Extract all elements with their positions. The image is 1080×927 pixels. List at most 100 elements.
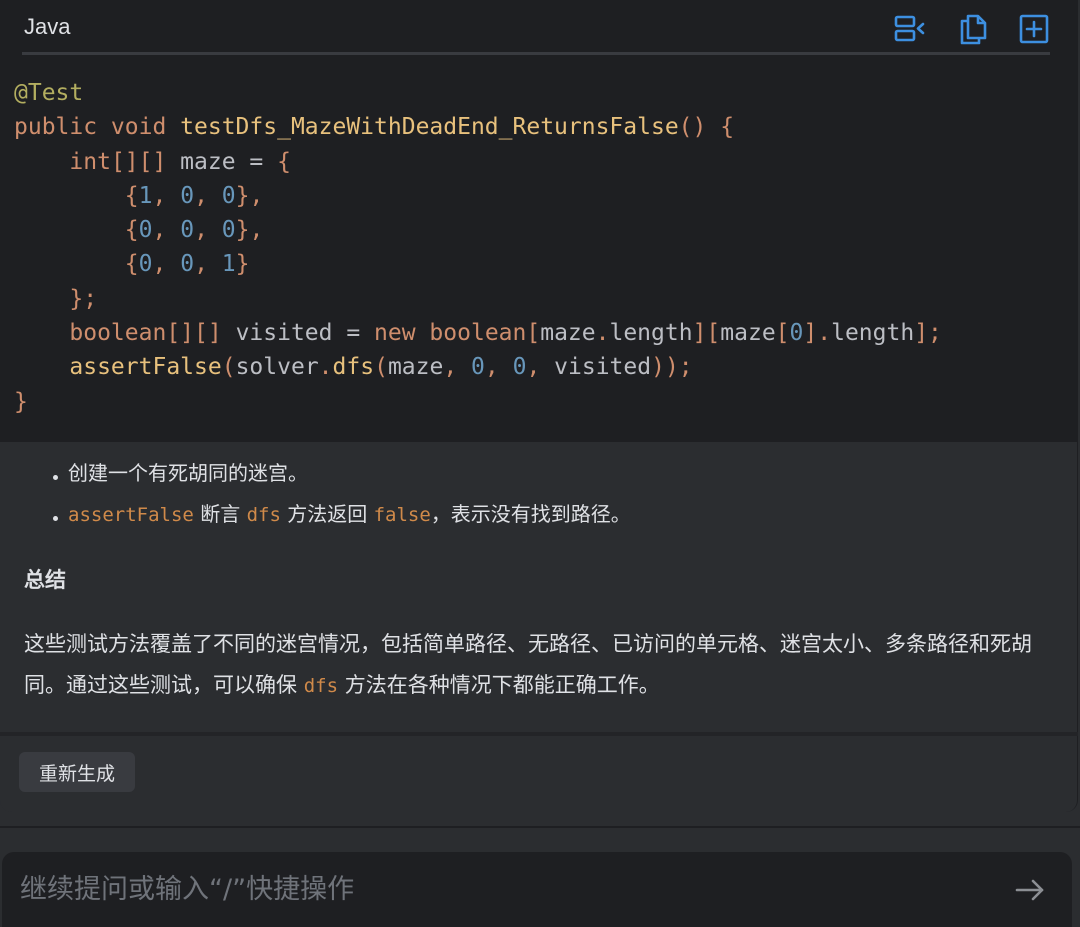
- inline-code: dfs: [246, 504, 281, 526]
- code-block-header: Java: [0, 0, 1078, 60]
- code-token: assertFalse: [69, 354, 222, 381]
- code-token: 0: [180, 217, 195, 244]
- code-token: ,: [484, 354, 513, 381]
- chat-input-box: [2, 852, 1072, 927]
- code-token: 1: [138, 182, 153, 209]
- text-span: 方法返回: [280, 502, 374, 526]
- code-line: };: [14, 282, 1078, 316]
- code-token: [][]: [166, 320, 222, 347]
- bullet-item: assertFalse 断言 dfs 方法返回 false，表示没有找到路径。: [48, 497, 631, 538]
- code-token: maze: [387, 354, 444, 381]
- code-token: () {: [678, 114, 735, 141]
- header-divider: [22, 52, 1050, 55]
- bullet-item: 创建一个有死胡同的迷宫。: [48, 456, 631, 497]
- code-token: }: [14, 388, 28, 415]
- code-token: 0: [180, 182, 195, 209]
- code-token: .: [318, 354, 333, 381]
- code-token: ,: [526, 354, 555, 381]
- inline-code: assertFalse: [68, 504, 194, 526]
- actions-divider: [0, 732, 1078, 736]
- code-token: ,: [194, 251, 222, 278]
- chat-response-panel: Java @Test public void testDfs_MazeWithD…: [0, 0, 1078, 812]
- code-token: 0: [221, 182, 236, 209]
- code-token: {: [124, 217, 139, 244]
- code-token: 0: [512, 354, 527, 381]
- code-token: 0: [138, 251, 153, 278]
- summary-title: 总结: [24, 568, 66, 592]
- code-token: solver: [235, 354, 319, 381]
- code-token: (: [374, 354, 388, 381]
- text-span: ，表示没有找到路径。: [430, 502, 631, 526]
- new-file-icon[interactable]: [1015, 10, 1053, 48]
- code-line: {0, 0, 1}: [14, 247, 1078, 281]
- code-token: {: [124, 182, 139, 209]
- code-token: .: [595, 320, 610, 347]
- code-token: 0: [221, 217, 236, 244]
- code-token: 0: [789, 320, 804, 347]
- code-token: length: [609, 320, 693, 347]
- regenerate-button[interactable]: 重新生成: [19, 752, 135, 792]
- code-line: }: [14, 385, 1078, 419]
- insert-at-cursor-icon[interactable]: [890, 10, 928, 48]
- code-line: {0, 0, 0},: [14, 213, 1078, 247]
- code-token: maze =: [166, 148, 278, 175]
- summary-paragraph: 这些测试方法覆盖了不同的迷宫情况，包括简单路径、无路径、已访问的单元格、迷宫太小…: [24, 624, 1064, 707]
- code-token: @Test: [14, 80, 84, 106]
- code-line: @Test: [14, 76, 1078, 110]
- chat-input[interactable]: [20, 866, 980, 912]
- bullet-list: 创建一个有死胡同的迷宫。 assertFalse 断言 dfs 方法返回 fals…: [48, 456, 631, 538]
- code-line: assertFalse(solver.dfs(maze, 0, 0, visit…: [14, 350, 1078, 384]
- code-language-label: Java: [24, 14, 71, 39]
- code-token: },: [235, 217, 264, 244]
- code-token: ,: [443, 354, 472, 381]
- code-token: 1: [221, 251, 236, 278]
- code-token: ].: [803, 320, 832, 347]
- code-token: int: [69, 148, 111, 175]
- code-token: {: [124, 251, 139, 278]
- code-token: maze: [540, 320, 596, 347]
- code-token: maze: [720, 320, 776, 347]
- code-token: 0: [138, 217, 153, 244]
- code-token: },: [235, 182, 264, 209]
- code-token: visited =: [221, 320, 375, 347]
- code-token: visited: [554, 354, 652, 381]
- code-token: ][: [692, 320, 721, 347]
- code-token: boolean: [69, 320, 167, 347]
- code-token: 0: [180, 251, 195, 278]
- text-span: 创建一个有死胡同的迷宫。: [68, 461, 308, 485]
- code-token: ,: [152, 182, 181, 209]
- inline-code: dfs: [303, 675, 339, 697]
- code-token: ,: [152, 217, 181, 244]
- code-token: {: [277, 148, 291, 175]
- code-token: };: [69, 285, 98, 312]
- code-token: new boolean: [374, 320, 527, 347]
- inline-code: false: [373, 504, 431, 526]
- code-line: {1, 0, 0},: [14, 179, 1078, 213]
- code-token: 0: [471, 354, 485, 381]
- code-token: }: [235, 251, 250, 278]
- text-span: 断言: [193, 502, 247, 526]
- code-token: [][]: [110, 148, 167, 175]
- text-span: 方法在各种情况下都能正确工作。: [338, 673, 660, 697]
- code-token: ,: [194, 182, 222, 209]
- code-line: int[][] maze = {: [14, 145, 1078, 179]
- code-token: [: [526, 320, 541, 347]
- copy-icon[interactable]: [954, 10, 992, 48]
- code-block[interactable]: @Test public void testDfs_MazeWithDeadEnd…: [0, 60, 1078, 442]
- code-token: ,: [152, 251, 181, 278]
- code-token: testDfs_MazeWithDeadEnd_ReturnsFalse: [180, 114, 679, 141]
- send-arrow-icon[interactable]: [1010, 870, 1050, 910]
- code-token: length: [831, 320, 915, 347]
- code-token: (: [221, 354, 236, 381]
- code-token: [: [775, 320, 790, 347]
- code-token: ];: [914, 320, 942, 347]
- code-token: ));: [651, 354, 693, 381]
- code-line: boolean[][] visited = new boolean[maze.l…: [14, 316, 1078, 350]
